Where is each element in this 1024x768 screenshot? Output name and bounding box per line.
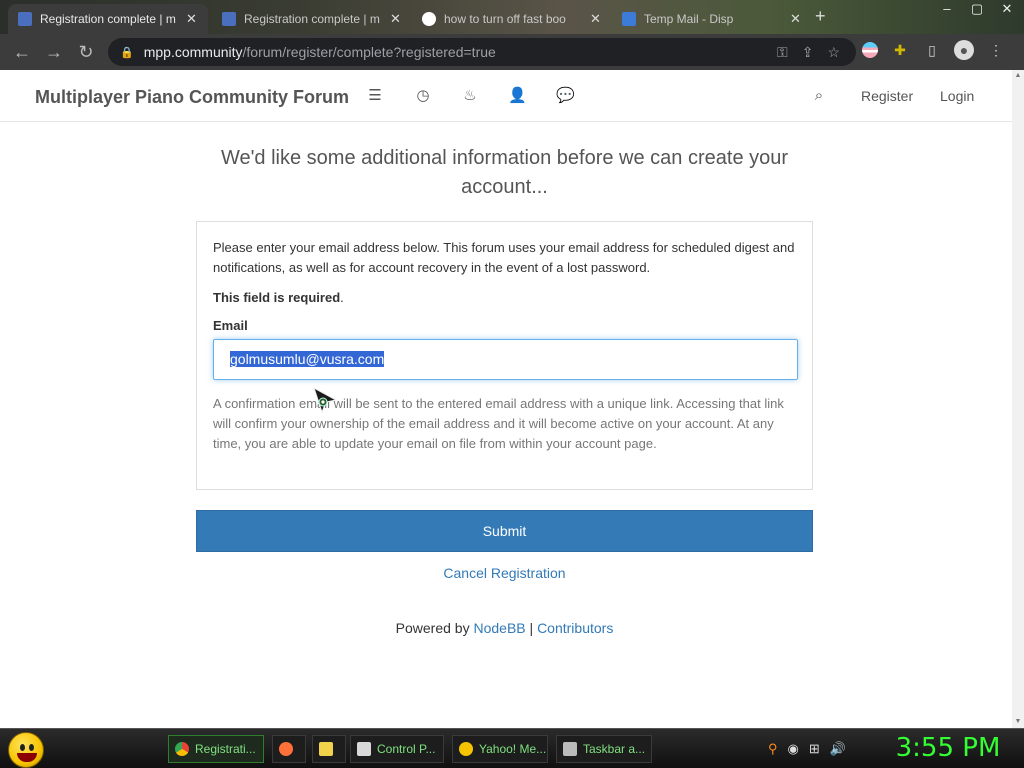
network-icon[interactable]: ⊞: [809, 741, 820, 757]
close-icon[interactable]: ✕: [186, 11, 198, 27]
footer: Powered by NodeBB | Contributors: [196, 620, 813, 636]
clock[interactable]: 3:55 PM: [878, 733, 1018, 763]
back-icon[interactable]: ←: [6, 36, 38, 68]
address-bar[interactable]: 🔒 mpp.community/forum/register/complete?…: [108, 38, 856, 66]
smiley-eye-icon: [20, 744, 25, 751]
maximize-icon[interactable]: ▢: [962, 0, 992, 20]
cancel-registration-link[interactable]: Cancel Registration: [196, 565, 813, 581]
extensions-area: ✚ ▯ ● ⋮: [862, 40, 1006, 60]
system-tray: ⚲ ◉ ⊞ 🔊: [768, 741, 846, 757]
key-icon[interactable]: ⚿: [777, 44, 788, 61]
user-icon[interactable]: 👤: [508, 87, 527, 105]
email-card: Please enter your email address below. T…: [196, 221, 813, 490]
start-button[interactable]: [8, 732, 44, 768]
tab-registration-complete[interactable]: Registration complete | m ✕: [8, 4, 208, 34]
taskbar-settings-icon: [563, 742, 577, 756]
taskbar-item-folder[interactable]: [312, 735, 346, 763]
powered-by-text: Powered by: [395, 620, 470, 636]
register-link[interactable]: Register: [861, 88, 913, 104]
taskbar: Registrati... Control P... Yahoo! Me... …: [0, 728, 1024, 768]
close-icon[interactable]: ✕: [790, 11, 802, 27]
page-title: We'd like some additional information be…: [220, 147, 789, 198]
side-panel-icon[interactable]: ▯: [922, 40, 942, 60]
login-link[interactable]: Login: [940, 88, 974, 104]
tab-title: how to turn off fast boo: [444, 12, 566, 26]
taskbar-item-control-panel[interactable]: Control P...: [350, 735, 444, 763]
forward-icon[interactable]: →: [38, 36, 70, 68]
contributors-link[interactable]: Contributors: [537, 620, 613, 636]
search-icon[interactable]: ⌕: [810, 87, 828, 105]
taskbar-item-chrome[interactable]: Registrati...: [168, 735, 264, 763]
tab-temp-mail[interactable]: Temp Mail - Disp ✕: [612, 4, 812, 34]
folder-icon: [319, 742, 333, 756]
taskbar-item-taskbar-settings[interactable]: Taskbar a...: [556, 735, 652, 763]
footer-separator: |: [529, 620, 534, 636]
browser-tab-strip: Registration complete | m ✕ Registration…: [0, 0, 1024, 34]
lock-icon: 🔒: [120, 46, 134, 59]
puzzle-icon[interactable]: ✚: [890, 40, 910, 60]
tab-google-search[interactable]: how to turn off fast boo ✕: [412, 4, 612, 34]
submit-button[interactable]: Submit: [196, 510, 813, 552]
intro-text: Please enter your email address below. T…: [213, 240, 795, 275]
scroll-down-icon[interactable]: ▼: [1012, 716, 1024, 728]
temp-mail-icon: [622, 12, 636, 26]
forum-brand[interactable]: Multiplayer Piano Community Forum: [35, 87, 349, 108]
forum-header: Multiplayer Piano Community Forum ☰ ◷ ♨ …: [0, 70, 1012, 122]
smiley-mouth-icon: [17, 753, 37, 762]
nodebb-favicon-icon: [18, 12, 32, 26]
smiley-eye-icon: [29, 744, 34, 751]
fire-icon[interactable]: ♨: [461, 87, 479, 105]
new-tab-button[interactable]: +: [815, 6, 826, 27]
comments-icon[interactable]: 💬: [556, 87, 575, 105]
firefox-icon: [279, 742, 293, 756]
taskbar-item-yahoo-messenger[interactable]: Yahoo! Me...: [452, 735, 548, 763]
minimize-icon[interactable]: –: [932, 0, 962, 20]
star-icon[interactable]: ☆: [827, 44, 840, 61]
yahoo-messenger-icon: [459, 742, 473, 756]
help-text: A confirmation email will be sent to the…: [213, 396, 784, 451]
tab-registration-complete-2[interactable]: Registration complete | m ✕: [212, 4, 412, 34]
reload-icon[interactable]: ↻: [70, 36, 102, 68]
tab-title: Registration complete | m: [244, 12, 380, 26]
avatar[interactable]: ●: [954, 40, 974, 60]
share-icon[interactable]: ⇪: [802, 44, 814, 61]
tab-title: Temp Mail - Disp: [644, 12, 734, 26]
chrome-icon: [175, 742, 189, 756]
menu-icon[interactable]: ⋮: [986, 40, 1006, 60]
url-host: mpp.community: [143, 44, 243, 60]
search-tray-icon[interactable]: ⚲: [768, 741, 778, 757]
close-window-icon[interactable]: ✕: [992, 0, 1022, 20]
email-field[interactable]: golmusumlu@vusra.com: [213, 339, 798, 380]
scroll-up-icon[interactable]: ▲: [1012, 70, 1024, 82]
clock-icon[interactable]: ◷: [414, 87, 432, 105]
nodebb-favicon-icon: [222, 12, 236, 26]
control-panel-icon: [357, 742, 371, 756]
url-path: /forum/register/complete?registered=true: [242, 44, 496, 60]
page-scrollbar[interactable]: ▲ ▼: [1012, 70, 1024, 728]
taskbar-item-firefox[interactable]: [272, 735, 306, 763]
mouse-cursor-icon: [313, 386, 338, 414]
nodebb-link[interactable]: NodeBB: [473, 620, 525, 636]
email-label: Email: [213, 318, 248, 333]
email-value: golmusumlu@vusra.com: [230, 351, 385, 367]
close-icon[interactable]: ✕: [390, 11, 402, 27]
close-icon[interactable]: ✕: [590, 11, 602, 27]
google-icon: [422, 12, 436, 26]
list-icon[interactable]: ☰: [366, 87, 384, 105]
required-notice: This field is required.: [213, 290, 344, 305]
profile-flag-icon[interactable]: [862, 42, 878, 58]
status-tray-icon[interactable]: ◉: [788, 741, 799, 757]
volume-icon[interactable]: 🔊: [830, 741, 846, 757]
tab-title: Registration complete | m: [40, 12, 176, 26]
